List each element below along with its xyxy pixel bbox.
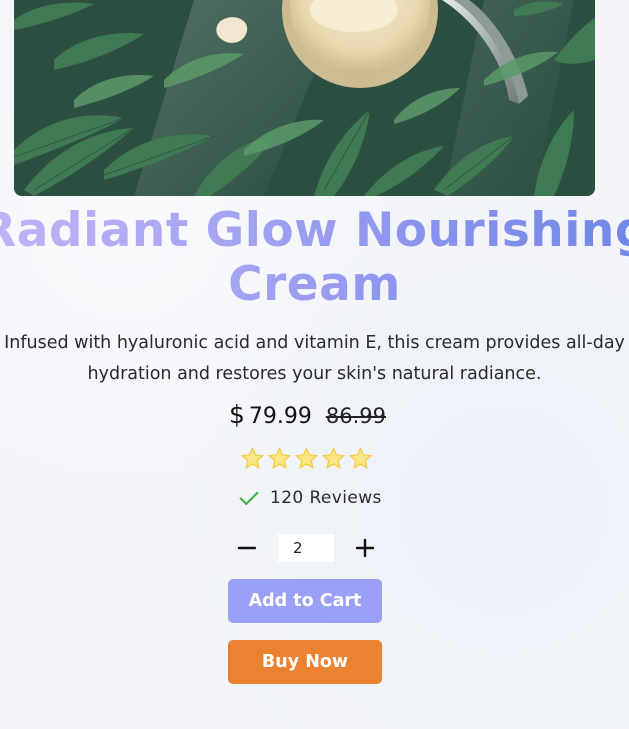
product-title: Radiant Glow Nourishing Cream [0, 204, 629, 312]
reviews-label[interactable]: 120 Reviews [270, 488, 382, 508]
star-icon [321, 446, 346, 469]
star-icon [348, 446, 373, 469]
buy-now-button[interactable]: Buy Now [228, 640, 382, 684]
quantity-stepper [234, 533, 378, 563]
rating-stars [240, 446, 373, 471]
reviews-count[interactable]: 120 Reviews [238, 487, 382, 509]
check-icon [239, 491, 259, 506]
cream-jar-with-leaves-image [14, 0, 595, 196]
product-image [14, 0, 595, 196]
star-icon [240, 446, 265, 469]
add-to-cart-button[interactable]: Add to Cart [228, 579, 382, 623]
current-price: $79.99 [229, 400, 312, 429]
increment-button[interactable] [352, 535, 378, 561]
star-icon [267, 446, 292, 469]
minus-icon [237, 546, 257, 550]
plus-icon [355, 538, 375, 558]
star-icon [294, 446, 319, 469]
currency-symbol: $ [228, 400, 245, 429]
product-page: Radiant Glow Nourishing Cream Infused wi… [0, 0, 629, 729]
product-description: Infused with hyaluronic acid and vitamin… [4, 333, 625, 384]
current-price-value: 79.99 [248, 404, 312, 429]
decrement-button[interactable] [234, 535, 260, 561]
price-row: $79.99 86.99 [0, 400, 615, 429]
original-price: 86.99 [325, 404, 386, 428]
quantity-input[interactable] [278, 534, 334, 562]
